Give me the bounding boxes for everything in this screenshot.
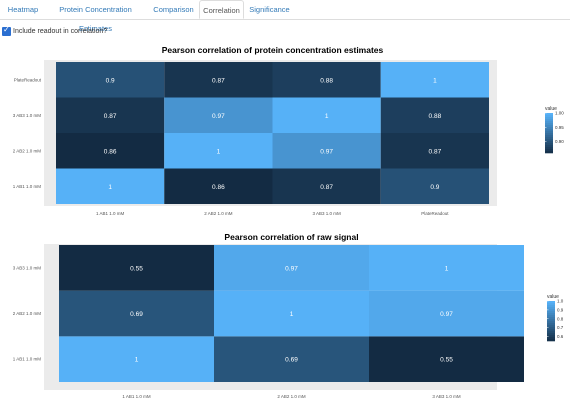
y-tick-label: 3 AB3 1.0 mM (13, 265, 42, 270)
legend-gradient-segment (545, 145, 553, 148)
legend-gradient-segment (547, 309, 555, 312)
legend-gradient-segment (545, 117, 553, 120)
cell-value-label: 0.97 (320, 148, 333, 155)
chart-title: Pearson correlation of raw signal (224, 232, 358, 242)
legend-gradient-segment (545, 135, 553, 138)
legend-gradient-segment (547, 313, 555, 316)
cell-value-label: 0.97 (285, 265, 298, 272)
legend-gradient-segment (545, 121, 553, 124)
legend-gradient-segment (545, 149, 553, 152)
legend-tick-label: 0.7 (557, 325, 564, 330)
tab-bar: Heatmap Protein Concentration Estimates … (0, 0, 570, 33)
legend-gradient-segment (545, 133, 553, 136)
legend-gradient-segment (547, 327, 555, 330)
legend-gradient-segment (547, 311, 555, 314)
cell-value-label: 0.69 (130, 311, 143, 318)
tab-protein-concentration-estimates[interactable]: Protein Concentration Estimates (44, 0, 147, 33)
cell-value-label: 0.55 (130, 265, 143, 272)
cell-value-label: 0.86 (212, 184, 225, 191)
legend-gradient-segment (547, 315, 555, 318)
x-tick-label: 3 AB3 1.0 mM (432, 394, 461, 399)
legend-tick-label: 0.9 (557, 307, 564, 312)
cell-value-label: 1 (325, 113, 329, 120)
legend-gradient-segment (547, 321, 555, 324)
legend-gradient-segment (545, 151, 553, 154)
legend-gradient-segment (547, 323, 555, 326)
cell-value-label: 1 (445, 265, 449, 272)
legend-tick-label: 1.00 (555, 111, 564, 116)
x-tick-label: 2 AB2 1.0 mM (277, 394, 306, 399)
cell-value-label: 0.69 (285, 357, 298, 364)
legend-gradient-segment (545, 137, 553, 140)
legend-gradient-segment (547, 339, 555, 342)
cell-value-label: 0.55 (440, 357, 453, 364)
legend-gradient-segment (545, 125, 553, 128)
legend-gradient-segment (547, 301, 555, 304)
legend-gradient-segment (547, 303, 555, 306)
cell-value-label: 0.87 (320, 184, 333, 191)
x-tick-label: 3 AB3 1.0 mM (312, 211, 341, 216)
cell-value-label: 1 (290, 311, 294, 318)
legend-gradient-segment (545, 143, 553, 146)
x-tick-label: 2 AB2 1.0 mM (204, 211, 233, 216)
x-tick-label: 1 AB1 1.0 mM (122, 394, 151, 399)
legend-gradient-segment (545, 139, 553, 142)
cell-value-label: 0.87 (429, 148, 442, 155)
cell-value-label: 0.86 (104, 148, 117, 155)
legend-gradient-segment (545, 147, 553, 150)
tab-significance[interactable]: Significance (246, 0, 293, 19)
tab-correlation[interactable]: Correlation (199, 0, 244, 19)
x-tick-label: 1 AB1 1.0 mM (96, 211, 125, 216)
legend-gradient-segment (547, 305, 555, 308)
cell-value-label: 0.97 (440, 311, 453, 318)
cell-value-label: 1 (217, 148, 221, 155)
legend-gradient-segment (545, 115, 553, 118)
cell-value-label: 0.87 (212, 77, 225, 84)
cell-value-label: 1 (433, 77, 437, 84)
protein-concentration-correlation-chart: Pearson correlation of protein concentra… (13, 45, 565, 216)
legend-gradient-segment (547, 329, 555, 332)
legend-gradient-segment (547, 325, 555, 328)
x-tick-label: PlateReadout (421, 211, 449, 216)
legend-gradient-segment (547, 319, 555, 322)
legend-tick-label: 1.0 (557, 299, 564, 304)
legend-gradient-segment (545, 119, 553, 122)
checkmark-icon: ✓ (3, 25, 10, 34)
legend-tick-label: 0.6 (557, 334, 564, 339)
cell-value-label: 1 (135, 357, 139, 364)
legend-gradient-segment (547, 307, 555, 310)
legend-tick-label: 0.95 (555, 125, 564, 130)
y-tick-label: 2 AB2 1.0 mM (13, 148, 42, 153)
raw-signal-correlation-chart: Pearson correlation of raw signal 1 0.69 0.… (13, 232, 564, 399)
y-tick-label: 3 AB3 1.0 mM (13, 113, 42, 118)
legend-gradient-segment (545, 113, 553, 116)
y-tick-label: 1 AB1 1.0 mM (13, 184, 42, 189)
tab-comparison[interactable]: Comparison (149, 0, 198, 19)
y-tick-label: 1 AB1 1.0 mM (13, 357, 42, 362)
cell-value-label: 1 (108, 184, 112, 191)
include-readout-checkbox[interactable]: ✓ (2, 25, 11, 36)
cell-value-label: 0.87 (104, 113, 117, 120)
legend-gradient-segment (545, 129, 553, 132)
cell-value-label: 0.88 (320, 77, 333, 84)
y-tick-label: 2 AB2 1.0 mM (13, 311, 42, 316)
include-readout-label[interactable]: Include readout in correlation? (13, 27, 107, 36)
legend-tick-label: 0.90 (555, 139, 564, 144)
cell-value-label: 0.97 (212, 113, 225, 120)
legend-gradient-segment (545, 123, 553, 126)
y-tick-label: PlateReadout (14, 77, 42, 82)
legend-gradient-segment (547, 337, 555, 340)
tab-heatmap[interactable]: Heatmap (3, 0, 43, 19)
legend-gradient-segment (547, 335, 555, 338)
legend-tick-label: 0.8 (557, 316, 564, 321)
chart-title: Pearson correlation of protein concentra… (162, 45, 384, 55)
legend-gradient-segment (547, 331, 555, 334)
cell-value-label: 0.9 (106, 77, 115, 84)
legend-gradient-segment (545, 131, 553, 134)
legend-gradient-segment (547, 333, 555, 336)
cell-value-label: 0.88 (429, 113, 442, 120)
cell-value-label: 0.9 (430, 184, 439, 191)
